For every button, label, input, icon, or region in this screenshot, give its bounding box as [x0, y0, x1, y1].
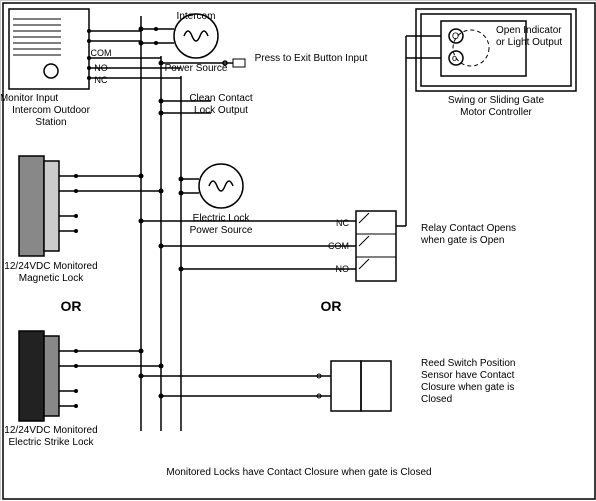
open-indicator-label1: Open Indicator — [496, 25, 562, 36]
electric-lock-power-label1: Electric Lock — [193, 213, 251, 224]
reed-switch-label3: Closure when gate is — [421, 382, 514, 393]
intercom-outdoor-label: Intercom Outdoor — [12, 105, 90, 116]
nc-label-1: NC — [95, 75, 108, 85]
clean-contact-label1: Clean Contact — [189, 93, 253, 104]
relay-contact-label2: when gate is Open — [420, 235, 504, 246]
press-to-exit-label: Press to Exit Button Input — [255, 53, 368, 64]
intercom-outdoor-label2: Station — [35, 117, 66, 128]
nc-relay-label: NC — [336, 218, 349, 228]
monitor-input-label: Monitor Input — [1, 93, 58, 104]
swing-gate-label2: Motor Controller — [460, 107, 532, 118]
reed-switch-label4: Closed — [421, 394, 452, 405]
electric-strike-label2: Electric Strike Lock — [8, 437, 94, 448]
intercom-power-label1: Intercom — [177, 11, 216, 22]
or-label-bottom: OR — [61, 298, 82, 314]
open-indicator-label2: or Light Output — [496, 37, 562, 48]
wiring-diagram: Monitor Input COM NO NC Intercom Outdoor… — [0, 0, 596, 500]
magnetic-lock-label1: 12/24VDC Monitored — [4, 261, 97, 272]
swing-gate-label1: Swing or Sliding Gate — [448, 95, 545, 106]
electric-strike-label1: 12/24VDC Monitored — [4, 425, 97, 436]
magnetic-lock-label2: Magnetic Lock — [19, 273, 84, 284]
reed-switch-label1: Reed Switch Position — [421, 358, 516, 369]
reed-switch-label2: Sensor have Contact — [421, 370, 515, 381]
clean-contact-label2: Lock Output — [194, 105, 248, 116]
or-label-top: OR — [321, 298, 342, 314]
com-label-1: COM — [91, 48, 112, 58]
monitored-locks-label: Monitored Locks have Contact Closure whe… — [166, 467, 431, 478]
electric-lock-power-label2: Power Source — [190, 225, 253, 236]
relay-contact-label1: Relay Contact Opens — [421, 223, 516, 234]
